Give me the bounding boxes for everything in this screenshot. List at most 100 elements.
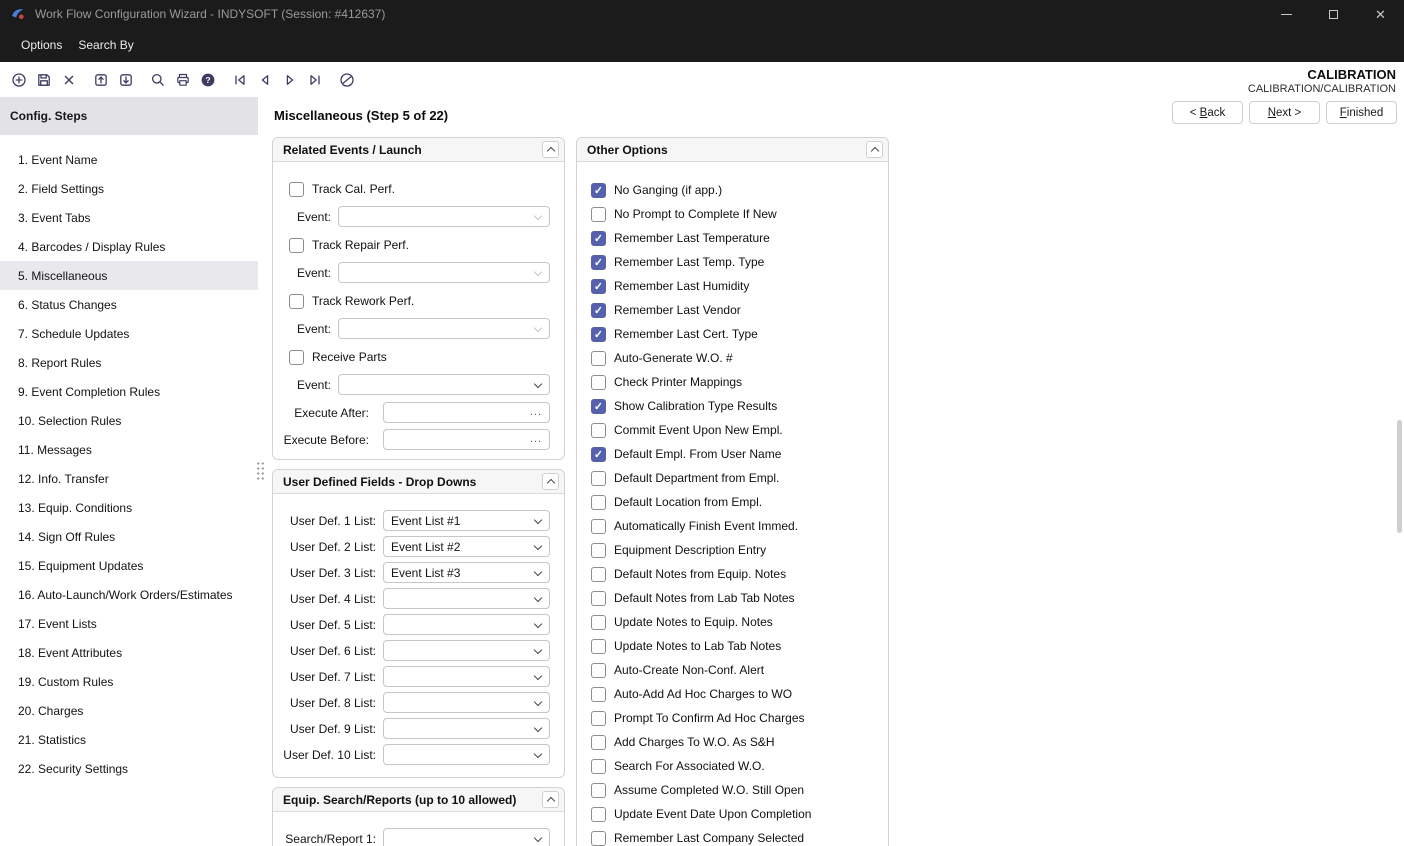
checkbox[interactable] xyxy=(591,687,606,702)
user-def-dropdown[interactable] xyxy=(383,614,550,635)
checkbox[interactable] xyxy=(591,351,606,366)
add-button[interactable] xyxy=(6,67,31,93)
checkbox[interactable] xyxy=(591,423,606,438)
checkbox[interactable]: ✓ xyxy=(591,183,606,198)
sidebar-item[interactable]: 16. Auto-Launch/Work Orders/Estimates xyxy=(0,580,258,609)
ellipsis-icon[interactable]: ... xyxy=(530,437,542,443)
option-row[interactable]: Auto-Create Non-Conf. Alert xyxy=(591,658,888,682)
collapse-button[interactable] xyxy=(542,791,559,808)
event-dropdown[interactable] xyxy=(338,262,550,283)
sidebar-item[interactable]: 14. Sign Off Rules xyxy=(0,522,258,551)
event-dropdown[interactable] xyxy=(338,318,550,339)
option-row[interactable]: Auto-Generate W.O. # xyxy=(591,346,888,370)
sidebar-item[interactable]: 13. Equip. Conditions xyxy=(0,493,258,522)
track-option-row[interactable]: Track Cal. Perf. xyxy=(273,178,564,200)
splitter-grip[interactable] xyxy=(256,461,265,481)
checkbox[interactable] xyxy=(591,615,606,630)
checkbox[interactable] xyxy=(591,471,606,486)
option-row[interactable]: Add Charges To W.O. As S&H xyxy=(591,730,888,754)
checkbox[interactable] xyxy=(591,543,606,558)
sidebar-item[interactable]: 7. Schedule Updates xyxy=(0,319,258,348)
option-row[interactable]: Update Event Date Upon Completion xyxy=(591,802,888,826)
sidebar-item[interactable]: 6. Status Changes xyxy=(0,290,258,319)
maximize-button[interactable] xyxy=(1310,0,1357,28)
sidebar-item[interactable]: 22. Security Settings xyxy=(0,754,258,783)
checkbox[interactable] xyxy=(591,735,606,750)
sidebar-item[interactable]: 12. Info. Transfer xyxy=(0,464,258,493)
checkbox[interactable]: ✓ xyxy=(591,279,606,294)
option-row[interactable]: Update Notes to Equip. Notes xyxy=(591,610,888,634)
option-row[interactable]: Update Notes to Lab Tab Notes xyxy=(591,634,888,658)
option-row[interactable]: Automatically Finish Event Immed. xyxy=(591,514,888,538)
execute-after-field[interactable]: ... xyxy=(383,402,550,423)
user-def-dropdown[interactable] xyxy=(383,692,550,713)
search-report-dropdown[interactable] xyxy=(383,828,550,846)
menu-options[interactable]: Options xyxy=(13,34,70,56)
option-row[interactable]: Check Printer Mappings xyxy=(591,370,888,394)
event-dropdown[interactable] xyxy=(338,374,550,395)
option-row[interactable]: Prompt To Confirm Ad Hoc Charges xyxy=(591,706,888,730)
option-row[interactable]: Equipment Description Entry xyxy=(591,538,888,562)
checkbox[interactable] xyxy=(591,711,606,726)
sidebar-item[interactable]: 10. Selection Rules xyxy=(0,406,258,435)
checkbox[interactable] xyxy=(591,783,606,798)
checkbox[interactable] xyxy=(591,519,606,534)
user-def-dropdown[interactable] xyxy=(383,640,550,661)
close-button[interactable]: ✕ xyxy=(1357,0,1404,28)
checkbox[interactable] xyxy=(591,831,606,846)
checkbox[interactable] xyxy=(289,182,304,197)
checkbox[interactable] xyxy=(289,238,304,253)
menu-search-by[interactable]: Search By xyxy=(70,34,141,56)
option-row[interactable]: ✓Default Empl. From User Name xyxy=(591,442,888,466)
sidebar-item[interactable]: 8. Report Rules xyxy=(0,348,258,377)
sidebar-item[interactable]: 9. Event Completion Rules xyxy=(0,377,258,406)
option-row[interactable]: ✓Remember Last Vendor xyxy=(591,298,888,322)
option-row[interactable]: No Prompt to Complete If New xyxy=(591,202,888,226)
option-row[interactable]: ✓No Ganging (if app.) xyxy=(591,178,888,202)
option-row[interactable]: Default Location from Empl. xyxy=(591,490,888,514)
option-row[interactable]: Default Department from Empl. xyxy=(591,466,888,490)
sidebar-item[interactable]: 5. Miscellaneous xyxy=(0,261,258,290)
option-row[interactable]: Assume Completed W.O. Still Open xyxy=(591,778,888,802)
checkbox[interactable]: ✓ xyxy=(591,327,606,342)
user-def-dropdown[interactable]: Event List #3 xyxy=(383,562,550,583)
previous-record-button[interactable] xyxy=(252,67,277,93)
execute-before-field[interactable]: ... xyxy=(383,429,550,450)
checkbox[interactable] xyxy=(591,207,606,222)
option-row[interactable]: ✓Remember Last Cert. Type xyxy=(591,322,888,346)
sidebar-item[interactable]: 20. Charges xyxy=(0,696,258,725)
sidebar-item[interactable]: 11. Messages xyxy=(0,435,258,464)
export-button[interactable] xyxy=(88,67,113,93)
scrollbar-thumb[interactable] xyxy=(1397,420,1402,533)
minimize-button[interactable] xyxy=(1263,0,1310,28)
sidebar-item[interactable]: 18. Event Attributes xyxy=(0,638,258,667)
user-def-dropdown[interactable] xyxy=(383,588,550,609)
option-row[interactable]: ✓Remember Last Temp. Type xyxy=(591,250,888,274)
checkbox[interactable] xyxy=(591,639,606,654)
checkbox[interactable]: ✓ xyxy=(591,447,606,462)
user-def-dropdown[interactable] xyxy=(383,666,550,687)
option-row[interactable]: ✓Remember Last Temperature xyxy=(591,226,888,250)
collapse-button[interactable] xyxy=(542,141,559,158)
option-row[interactable]: Auto-Add Ad Hoc Charges to WO xyxy=(591,682,888,706)
sidebar-item[interactable]: 2. Field Settings xyxy=(0,174,258,203)
checkbox[interactable]: ✓ xyxy=(591,399,606,414)
sidebar-item[interactable]: 4. Barcodes / Display Rules xyxy=(0,232,258,261)
option-row[interactable]: Remember Last Company Selected xyxy=(591,826,888,846)
checkbox[interactable] xyxy=(289,294,304,309)
checkbox[interactable]: ✓ xyxy=(591,255,606,270)
event-dropdown[interactable] xyxy=(338,206,550,227)
import-button[interactable] xyxy=(113,67,138,93)
last-record-button[interactable] xyxy=(302,67,327,93)
user-def-dropdown[interactable]: Event List #2 xyxy=(383,536,550,557)
checkbox[interactable]: ✓ xyxy=(591,303,606,318)
option-row[interactable]: Commit Event Upon New Empl. xyxy=(591,418,888,442)
ellipsis-icon[interactable]: ... xyxy=(530,410,542,416)
sidebar-item[interactable]: 21. Statistics xyxy=(0,725,258,754)
collapse-button[interactable] xyxy=(542,473,559,490)
option-row[interactable]: ✓Remember Last Humidity xyxy=(591,274,888,298)
checkbox[interactable] xyxy=(591,807,606,822)
option-row[interactable]: Search For Associated W.O. xyxy=(591,754,888,778)
help-button[interactable]: ? xyxy=(195,67,220,93)
user-def-dropdown[interactable] xyxy=(383,718,550,739)
